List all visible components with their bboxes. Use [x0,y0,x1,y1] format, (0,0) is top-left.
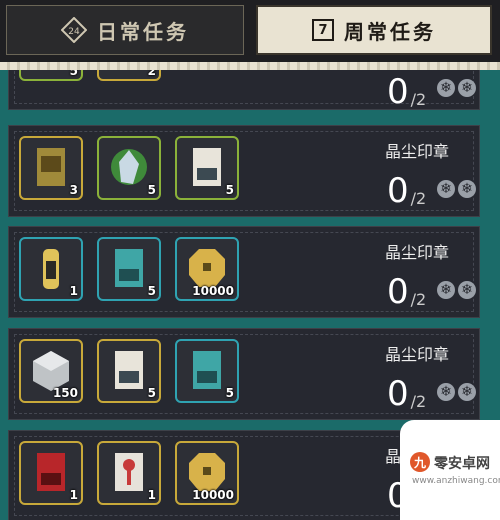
snowflake-star-icon: ❄ [437,281,455,299]
snowflake-star-icon: ❄ [458,281,476,299]
daily-diamond-icon: 24 [61,17,87,43]
tab-daily-tasks[interactable]: 24 日常任务 [6,5,244,55]
reward-item[interactable]: 10000 [175,441,239,505]
progress-counter: 0/2 [387,171,427,211]
calendar-icon: 7 [312,19,334,41]
document-icon [29,70,73,71]
reward-item[interactable]: 10000 [175,237,239,301]
tab-bar: 24 日常任务 7 周常任务 [0,0,500,62]
tab-daily-label: 日常任务 [97,19,189,44]
snowflake-star-icon: ❄ [458,180,476,198]
book-icon [193,148,221,186]
task-row: 150 5 5 晶尘印章 0/2 ❄ ❄ [8,328,480,420]
task-row: 1 5 10000 晶尘印章 0/2 ❄ ❄ [8,226,480,318]
card-icon [107,70,151,71]
book-icon [115,351,143,389]
bottle-icon [43,249,59,289]
svg-text:24: 24 [68,27,80,37]
reward-category-label: 晶尘印章 [385,345,450,364]
snowflake-star-icon: ❄ [437,79,455,97]
reward-item[interactable]: 1 [19,441,83,505]
book-icon [115,249,143,287]
reward-item[interactable]: 5 [97,136,161,200]
task-row: 5 2 0/2 ❄ ❄ [8,70,480,110]
book-icon [37,453,65,491]
reward-category-label: 晶尘印章 [385,243,450,262]
reward-item[interactable]: 1 [97,441,161,505]
star-rating: ❄ ❄ [437,180,476,198]
reward-item[interactable]: 5 [175,136,239,200]
tab-weekly-label: 周常任务 [344,19,436,44]
reward-item[interactable]: 5 [175,339,239,403]
crystal-icon [111,149,147,185]
snowflake-star-icon: ❄ [437,180,455,198]
book-icon [193,351,221,389]
progress-counter: 0/2 [387,272,427,312]
watermark-logo-icon: 九 [410,452,430,472]
progress-counter: 0/2 [387,72,427,112]
tab-bar-fringe [0,62,500,70]
tab-weekly-tasks[interactable]: 7 周常任务 [256,5,492,55]
star-rating: ❄ ❄ [437,383,476,401]
reward-item[interactable]: 5 [97,339,161,403]
reward-item[interactable]: 5 [19,70,83,81]
star-rating: ❄ ❄ [437,79,476,97]
reward-item[interactable]: 150 [19,339,83,403]
progress-counter: 0/2 [387,374,427,414]
reward-category-label: 晶尘印章 [385,142,450,161]
key-icon [115,453,143,491]
task-row: 3 5 5 晶尘印章 0/2 ❄ ❄ [8,125,480,217]
snowflake-star-icon: ❄ [458,79,476,97]
reward-item[interactable]: 2 [97,70,161,81]
snowflake-star-icon: ❄ [437,383,455,401]
reward-item[interactable]: 5 [97,237,161,301]
reward-item[interactable]: 3 [19,136,83,200]
watermark-text: 零安卓网 [434,456,490,472]
reward-item[interactable]: 1 [19,237,83,301]
star-rating: ❄ ❄ [437,281,476,299]
watermark-badge: 九 零安卓网 www.anzhiwang.com [400,420,500,520]
watermark-url: www.anzhiwang.com [412,476,500,486]
snowflake-star-icon: ❄ [458,383,476,401]
scroll-icon [37,148,65,186]
